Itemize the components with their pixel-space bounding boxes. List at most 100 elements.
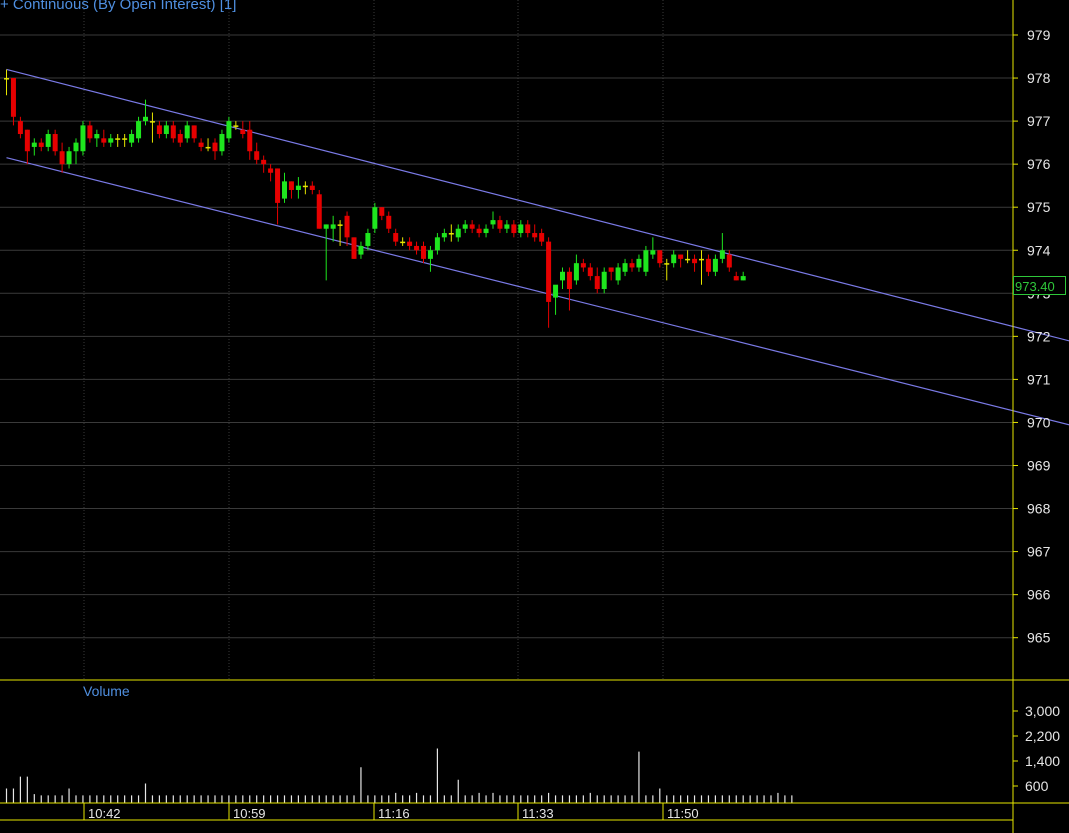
candle-body xyxy=(511,224,517,234)
candle-body xyxy=(198,142,204,147)
candle-body xyxy=(302,185,308,188)
candle-body xyxy=(295,185,301,190)
candle-body xyxy=(483,228,489,234)
axes: 9799789779769759749739729719709699689679… xyxy=(0,0,1069,833)
candle-body xyxy=(184,125,190,139)
candle-body xyxy=(705,258,711,272)
volume-tick-label: 3,000 xyxy=(1025,703,1060,719)
candle-body xyxy=(38,142,44,147)
candle-body xyxy=(143,116,148,122)
candle-body xyxy=(441,233,447,238)
candle-body xyxy=(726,254,732,268)
candlestick-series xyxy=(4,69,746,328)
candle-body xyxy=(226,121,232,139)
candle-body xyxy=(156,125,162,135)
candle-body xyxy=(427,250,433,259)
candle-body xyxy=(268,168,274,173)
candle-body xyxy=(129,134,135,143)
candle-body xyxy=(566,271,572,289)
candle-body xyxy=(462,224,468,229)
candle-body xyxy=(247,129,253,152)
candle-body xyxy=(163,125,169,135)
candle-body xyxy=(650,250,656,255)
candle-body xyxy=(719,250,725,259)
price-tick-label: 975 xyxy=(1027,199,1051,215)
candle-body xyxy=(518,224,524,234)
candle-body xyxy=(712,258,718,272)
volume-tick-label: 600 xyxy=(1025,778,1049,794)
price-tick-label: 976 xyxy=(1027,156,1051,172)
candle-body xyxy=(365,233,371,246)
time-tick-label: 10:59 xyxy=(233,806,266,821)
candle-body xyxy=(539,233,545,242)
time-tick-label: 11:33 xyxy=(522,806,554,821)
candle-body xyxy=(629,263,635,268)
candle-body xyxy=(177,134,183,143)
candle-body xyxy=(288,181,294,190)
candle-body xyxy=(344,215,350,238)
candle-body xyxy=(434,237,440,251)
price-tick-label: 971 xyxy=(1027,371,1051,387)
candle-body xyxy=(323,224,329,229)
channel-line xyxy=(6,68,1069,342)
candle-body xyxy=(73,142,79,152)
candle-body xyxy=(692,258,698,264)
chart-canvas: 9799789779769759749739729719709699689679… xyxy=(0,0,1069,833)
candle-body xyxy=(31,142,37,147)
candle-body xyxy=(66,151,72,165)
candle-body xyxy=(386,215,392,229)
candle-body xyxy=(45,134,51,147)
candle-body xyxy=(240,129,246,135)
candle-body xyxy=(316,194,322,229)
candle-body xyxy=(10,78,16,117)
candle-body xyxy=(393,233,399,242)
candle-body xyxy=(330,224,336,229)
volume-panel-title: Volume xyxy=(83,683,130,699)
time-tick-label: 11:16 xyxy=(378,806,410,821)
candle-body xyxy=(358,245,364,255)
candle-body xyxy=(490,220,496,225)
candle-body xyxy=(400,241,406,244)
candle-body xyxy=(546,241,552,302)
candle-body xyxy=(740,276,746,281)
candle-body xyxy=(212,142,218,152)
candle-body xyxy=(17,121,23,135)
candle-body xyxy=(87,125,93,139)
candle-body xyxy=(233,125,239,127)
candle-body xyxy=(108,138,114,143)
candle-body xyxy=(580,263,586,268)
price-tick-label: 978 xyxy=(1027,70,1051,86)
candle-body xyxy=(282,181,287,199)
candle-body xyxy=(448,233,454,235)
candle-body xyxy=(657,250,663,264)
candle-body xyxy=(622,263,628,272)
candle-body xyxy=(678,254,684,259)
candle-body xyxy=(560,271,565,281)
candle-body xyxy=(372,207,378,229)
candle-body xyxy=(407,241,413,246)
candle-body xyxy=(261,159,267,165)
candle-body xyxy=(553,284,559,298)
price-tick-label: 970 xyxy=(1027,414,1051,430)
candle-body xyxy=(699,258,704,261)
price-tick-label: 967 xyxy=(1027,544,1051,560)
chart-title: + Continuous (By Open Interest) [1] xyxy=(0,0,237,13)
volume-tick-label: 1,400 xyxy=(1025,753,1060,769)
candle-body xyxy=(601,271,607,289)
candle-body xyxy=(455,228,461,238)
candle-body xyxy=(122,138,128,140)
candle-body xyxy=(80,125,86,152)
candle-body xyxy=(636,258,642,268)
candle-body xyxy=(643,250,649,272)
candle-body xyxy=(337,224,343,226)
candle-body xyxy=(59,151,65,165)
candle-body xyxy=(532,233,538,238)
candle-body xyxy=(594,276,600,289)
candle-body xyxy=(94,134,100,139)
price-tick-label: 972 xyxy=(1027,328,1051,344)
candle-body xyxy=(685,258,691,261)
candle-body xyxy=(115,138,121,140)
candle-body xyxy=(170,125,176,139)
candle-body xyxy=(664,263,670,265)
price-tick-label: 965 xyxy=(1027,630,1051,646)
